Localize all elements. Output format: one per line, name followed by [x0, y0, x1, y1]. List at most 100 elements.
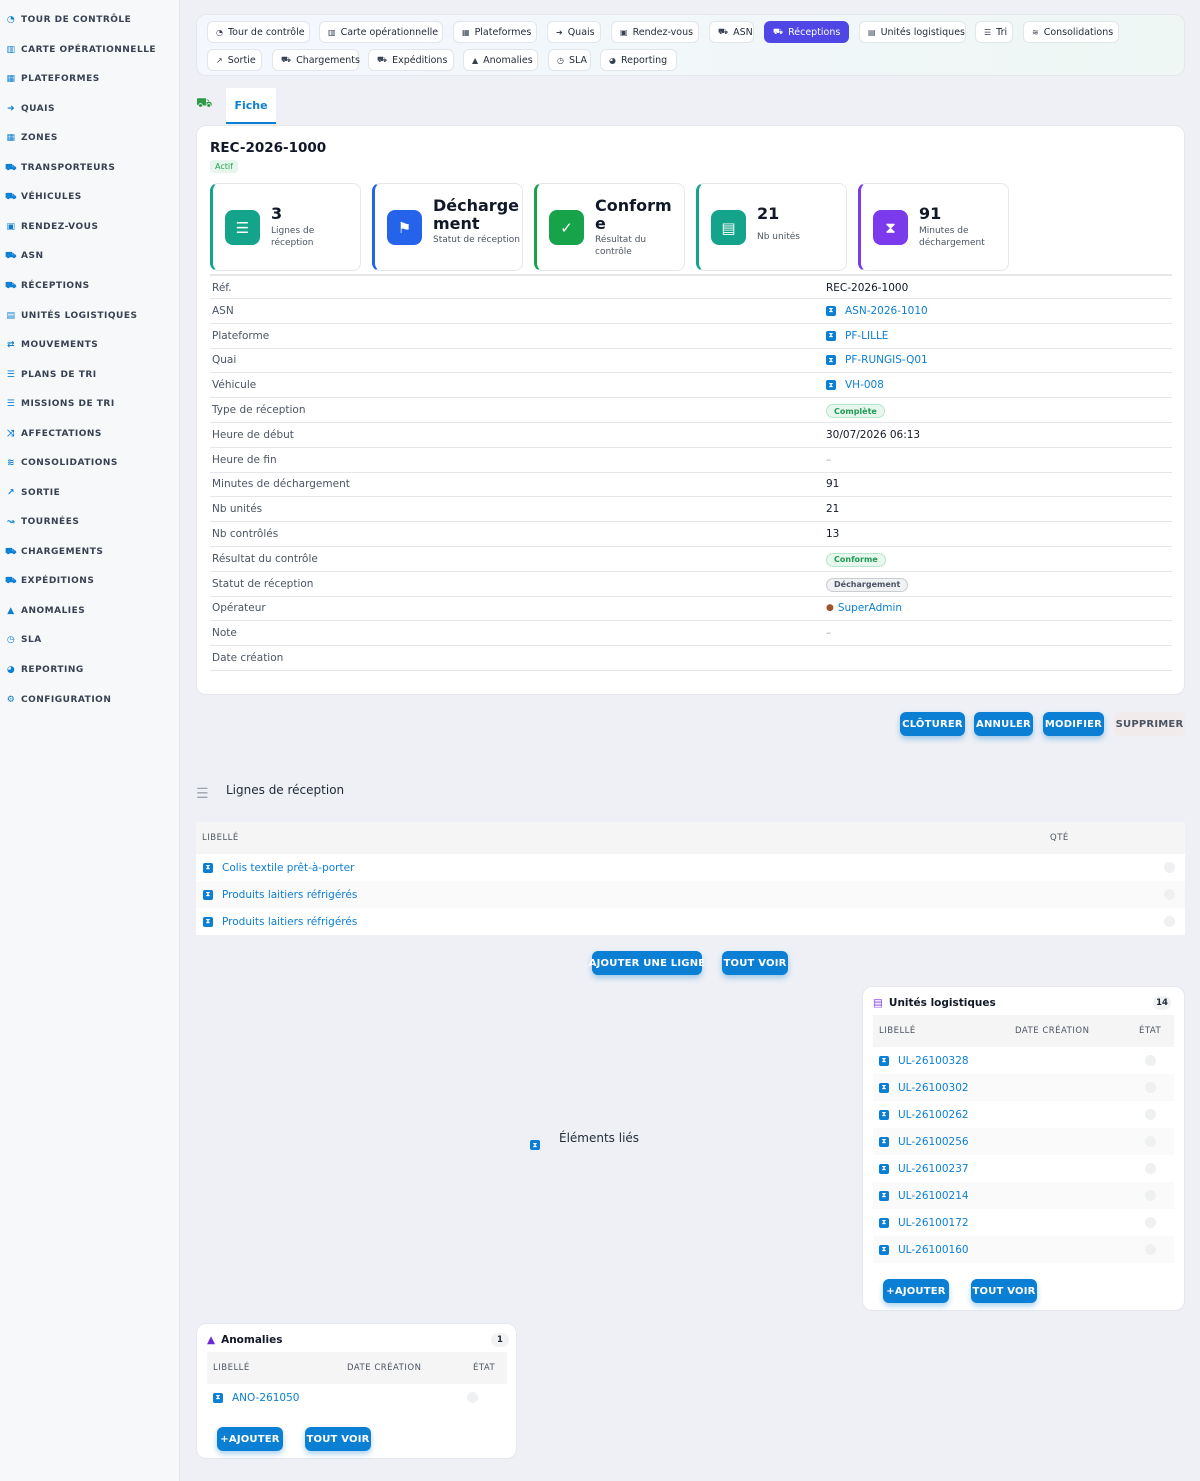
nav-chip-14[interactable]: ◷ SLA [548, 49, 591, 71]
kpi-card: ☰ 3 Lignes de réception [210, 183, 361, 271]
sidebar-item-7[interactable]: ▣ RENDEZ-VOUS [6, 217, 98, 237]
sidebar-item-10[interactable]: ▤ UNITÉS LOGISTIQUES [6, 306, 137, 326]
detail-value-text[interactable]: SuperAdmin [838, 602, 902, 614]
sidebar-item-label: AFFECTATIONS [21, 429, 102, 439]
sidebar-item-13[interactable]: ☰ MISSIONS DE TRI [6, 394, 115, 414]
sidebar-item-23[interactable]: ⚙ CONFIGURATION [6, 690, 111, 710]
sidebar-item-label: TOUR DE CONTRÔLE [21, 15, 132, 25]
sidebar-item-9[interactable]: ⛟ RÉCEPTIONS [5, 276, 90, 296]
pallet-icon: ▤ [873, 997, 883, 1009]
see-all-units-button[interactable]: TOUT VOIR [971, 1279, 1037, 1303]
nav-chip-8[interactable]: ☰ Tri [975, 21, 1013, 43]
sidebar-item-19[interactable]: ⛟ EXPÉDITIONS [5, 571, 94, 591]
truck-icon: ⛟ [5, 162, 17, 173]
detail-row: Note – [210, 621, 1172, 647]
reception-lines-table: LIBELLÉ QTÉ ⧗ Colis textile prêt-à-porter… [196, 822, 1185, 935]
sidebar-item-16[interactable]: ↗ SORTIE [6, 483, 60, 503]
sidebar-item-15[interactable]: ≋ CONSOLIDATIONS [6, 453, 118, 473]
annuler-button[interactable]: ANNULER [974, 712, 1033, 736]
table-row: ⧗ Produits laitiers réfrigérés [196, 908, 1185, 935]
sidebar-item-22[interactable]: ◕ REPORTING [6, 660, 84, 680]
nav-chip-9[interactable]: ≋ Consolidations [1023, 21, 1119, 43]
sidebar-item-4[interactable]: ▦ ZONES [6, 128, 58, 148]
see-all-lines-button[interactable]: TOUT VOIR [722, 951, 788, 975]
nav-chip-2[interactable]: ▦ Plateformes [453, 21, 537, 43]
arrows-icon: ⇄ [6, 340, 16, 350]
sidebar-item-8[interactable]: ⛟ ASN [5, 246, 44, 266]
state-indicator [1145, 1136, 1156, 1147]
detail-value-text[interactable]: PF-RUNGIS-Q01 [845, 354, 928, 366]
detail-row: Réf. REC-2026-1000 [210, 274, 1172, 299]
row-link[interactable]: UL-26100328 [898, 1055, 969, 1067]
linked-items-title: Éléments liés [559, 1131, 640, 1145]
link-icon: ⧗ [826, 330, 836, 341]
sidebar-item-5[interactable]: ⛟ TRANSPORTEURS [5, 158, 115, 178]
state-indicator [1145, 1163, 1156, 1174]
line-link[interactable]: Produits laitiers réfrigérés [222, 916, 357, 928]
detail-value: – [826, 627, 831, 639]
sidebar-item-6[interactable]: ⛟ VÉHICULES [5, 187, 82, 207]
link-icon: ⧗ [879, 1109, 889, 1120]
loading-icon: ⛟ [281, 55, 292, 64]
detail-value-text[interactable]: PF-LILLE [845, 330, 888, 342]
sidebar-item-20[interactable]: ▲ ANOMALIES [6, 601, 85, 621]
sidebar: ◔ TOUR DE CONTRÔLE ▥ CARTE OPÉRATIONNELLE ▦ P… [0, 0, 180, 1481]
loading-icon: ⛟ [5, 546, 17, 557]
sidebar-item-17[interactable]: ↝ TOURNÉES [6, 512, 79, 532]
sidebar-item-14[interactable]: ⤨ AFFECTATIONS [6, 424, 102, 444]
state-indicator [1145, 1217, 1156, 1228]
nav-chip-6[interactable]: ⛟ Réceptions [764, 21, 849, 43]
tab-fiche[interactable]: Fiche [226, 88, 276, 124]
detail-label: Note [212, 627, 237, 640]
dock-icon: ➜ [556, 27, 563, 37]
detail-value-text[interactable]: ASN-2026-1010 [845, 305, 928, 317]
nav-chip-15[interactable]: ◕ Reporting [600, 49, 677, 71]
nav-chip-0[interactable]: ◔ Tour de contrôle [207, 21, 310, 43]
row-link[interactable]: UL-26100256 [898, 1136, 969, 1148]
sidebar-item-11[interactable]: ⇄ MOUVEMENTS [6, 335, 98, 355]
anomalies-col-label: LIBELLÉ [213, 1363, 250, 1373]
row-link[interactable]: ANO-261050 [232, 1392, 299, 1404]
see-all-anomalies-button[interactable]: TOUT VOIR [305, 1427, 371, 1451]
table-row: ⧗ UL-26100172 [873, 1209, 1174, 1236]
row-link[interactable]: UL-26100262 [898, 1109, 969, 1121]
nav-chip-5[interactable]: ⛟ ASN [709, 21, 754, 43]
supprimer-button[interactable]: SUPPRIMER [1114, 712, 1185, 736]
cloturer-button[interactable]: CLÔTURER [900, 712, 965, 736]
nav-chip-10[interactable]: ↗ Sortie [207, 49, 262, 71]
row-link[interactable]: UL-26100237 [898, 1163, 969, 1175]
add-unit-button[interactable]: + AJOUTER [883, 1279, 949, 1303]
nav-chip-3[interactable]: ➜ Quais [547, 21, 601, 43]
link-icon: ⧗ [203, 916, 213, 927]
sidebar-item-2[interactable]: ▦ PLATEFORMES [6, 69, 100, 89]
nav-chip-1[interactable]: ▥ Carte opérationnelle [319, 21, 443, 43]
sidebar-item-label: PLATEFORMES [21, 74, 100, 84]
modifier-button[interactable]: MODIFIER [1043, 712, 1104, 736]
row-link[interactable]: UL-26100172 [898, 1217, 969, 1229]
detail-label: Réf. [212, 282, 232, 294]
nav-chip-13[interactable]: ▲ Anomalies [463, 49, 538, 71]
nav-chip-4[interactable]: ▣ Rendez-vous [611, 21, 699, 43]
sidebar-item-18[interactable]: ⛟ CHARGEMENTS [5, 542, 103, 562]
row-link[interactable]: UL-26100214 [898, 1190, 969, 1202]
sidebar-item-label: ASN [21, 251, 44, 261]
nav-chip-label: Consolidations [1043, 26, 1114, 38]
nav-chip-11[interactable]: ⛟ Chargements [272, 49, 360, 71]
sidebar-item-12[interactable]: ☰ PLANS DE TRI [6, 365, 97, 385]
nav-chip-7[interactable]: ▤ Unités logistiques [859, 21, 966, 43]
shuffle-icon: ⤨ [7, 429, 15, 439]
state-indicator [467, 1392, 478, 1403]
sidebar-item-0[interactable]: ◔ TOUR DE CONTRÔLE [6, 10, 131, 30]
line-link[interactable]: Produits laitiers réfrigérés [222, 889, 357, 901]
sidebar-item-3[interactable]: ➜ QUAIS [6, 99, 55, 119]
detail-value-text[interactable]: VH-008 [845, 379, 884, 391]
sidebar-item-1[interactable]: ▥ CARTE OPÉRATIONNELLE [6, 40, 156, 60]
add-line-button[interactable]: AJOUTER UNE LIGNE [589, 951, 705, 975]
sidebar-item-label: RENDEZ-VOUS [21, 222, 99, 232]
row-link[interactable]: UL-26100160 [898, 1244, 969, 1256]
line-link[interactable]: Colis textile prêt-à-porter [222, 862, 354, 874]
nav-chip-12[interactable]: ⛟ Expéditions [368, 49, 454, 71]
row-link[interactable]: UL-26100302 [898, 1082, 969, 1094]
add-anomaly-button[interactable]: + AJOUTER [217, 1427, 283, 1451]
sidebar-item-21[interactable]: ◷ SLA [6, 630, 42, 650]
